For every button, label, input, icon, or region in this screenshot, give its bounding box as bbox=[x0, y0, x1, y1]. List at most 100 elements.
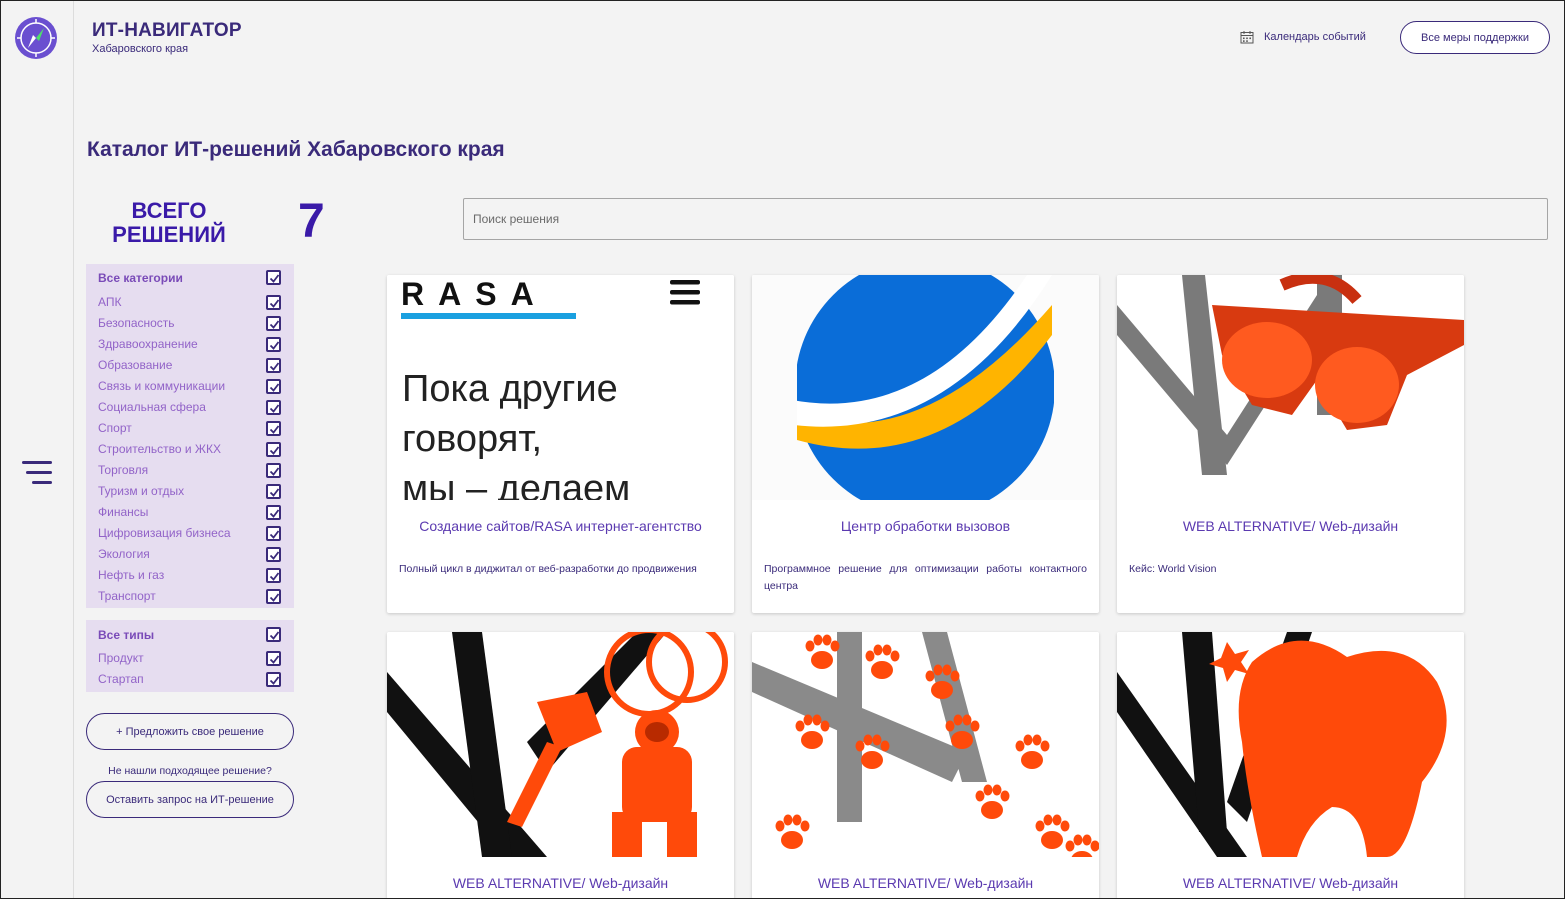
filter-item-label: Безопасность bbox=[98, 316, 175, 330]
filter-item-label: Связь и коммуникации bbox=[98, 379, 226, 393]
card-description: Кейс: World Vision bbox=[1129, 563, 1217, 575]
search-input[interactable] bbox=[463, 198, 1548, 240]
solution-card[interactable]: WEB ALTERNATIVE/ Web-дизайн Кейс: World … bbox=[1117, 275, 1464, 613]
filter-item[interactable]: Социальная сфера bbox=[86, 397, 294, 418]
filter-label: Все категории bbox=[98, 271, 183, 285]
filter-item-label: Стартап bbox=[98, 672, 144, 686]
calendar-icon bbox=[1240, 31, 1254, 44]
filter-item[interactable]: Цифровизация бизнеса bbox=[86, 523, 294, 544]
checkbox-checked-icon[interactable] bbox=[266, 568, 281, 583]
card-title[interactable]: Создание сайтов/RASA интернет-агентство bbox=[387, 518, 734, 534]
checkbox-checked-icon[interactable] bbox=[266, 505, 281, 520]
filter-item[interactable]: Здравоохранение bbox=[86, 334, 294, 355]
filter-item-label: Финансы bbox=[98, 505, 149, 519]
card-image-keys-astronaut bbox=[387, 632, 734, 857]
card-image-tooth bbox=[1117, 632, 1464, 857]
brand-title: ИТ-НАВИГАТОР bbox=[92, 20, 242, 41]
card-title[interactable]: WEB ALTERNATIVE/ Web-дизайн bbox=[1117, 875, 1464, 891]
total-label: ВСЕГО РЕШЕНИЙ bbox=[96, 199, 242, 247]
rasa-slogan-3: мы – делаем bbox=[402, 468, 630, 500]
checkbox-checked-icon[interactable] bbox=[266, 442, 281, 457]
checkbox-checked-icon[interactable] bbox=[266, 463, 281, 478]
paw-print-icon bbox=[1035, 814, 1070, 849]
filter-item-label: Социальная сфера bbox=[98, 400, 206, 414]
total-count: 7 bbox=[298, 195, 325, 248]
checkbox-checked-icon[interactable] bbox=[266, 379, 281, 394]
filter-item-label: Туризм и отдых bbox=[98, 484, 185, 498]
filter-item-label: Нефть и газ bbox=[98, 568, 165, 582]
filter-item-label: Продукт bbox=[98, 651, 144, 665]
filter-item[interactable]: АПК bbox=[86, 292, 294, 313]
compass-logo-icon[interactable] bbox=[14, 16, 58, 60]
filter-item[interactable]: Связь и коммуникации bbox=[86, 376, 294, 397]
filter-item[interactable]: Торговля bbox=[86, 460, 294, 481]
page-title: Каталог ИТ-решений Хабаровского края bbox=[87, 138, 505, 161]
card-image-paws bbox=[752, 632, 1099, 857]
calendar-link[interactable]: Календарь событий bbox=[1240, 30, 1366, 44]
filter-item[interactable]: Спорт bbox=[86, 418, 294, 439]
calendar-label: Календарь событий bbox=[1264, 31, 1366, 43]
card-image-glasses bbox=[1117, 275, 1464, 500]
solution-card[interactable]: WEB ALTERNATIVE/ Web-дизайн bbox=[1117, 632, 1464, 899]
all-support-button[interactable]: Все меры поддержки bbox=[1400, 21, 1550, 54]
filter-item[interactable]: Туризм и отдых bbox=[86, 481, 294, 502]
checkbox-checked-icon[interactable] bbox=[266, 672, 281, 687]
checkbox-checked-icon[interactable] bbox=[266, 295, 281, 310]
rasa-slogan-2: говорят, bbox=[402, 418, 542, 460]
total-label-line1: ВСЕГО bbox=[131, 198, 207, 223]
brand[interactable]: ИТ-НАВИГАТОР Хабаровского края bbox=[92, 20, 242, 55]
checkbox-checked-icon[interactable] bbox=[266, 270, 281, 285]
filter-item-label: Образование bbox=[98, 358, 173, 372]
category-filter: Все категории АПК Безопасность Здравоохран… bbox=[86, 264, 294, 608]
card-image-call-center bbox=[752, 275, 1099, 500]
filter-item[interactable]: Строительство и ЖКХ bbox=[86, 439, 294, 460]
paw-print-icon bbox=[975, 784, 1010, 819]
filter-label: Все типы bbox=[98, 628, 155, 642]
checkbox-checked-icon[interactable] bbox=[266, 484, 281, 499]
checkbox-checked-icon[interactable] bbox=[266, 337, 281, 352]
solution-card[interactable]: WEB ALTERNATIVE/ Web-дизайн bbox=[752, 632, 1099, 899]
checkbox-checked-icon[interactable] bbox=[266, 547, 281, 562]
card-image-rasa: RASA Пока другие говорят, мы – делаем bbox=[387, 275, 734, 500]
filter-item-label: Торговля bbox=[98, 463, 149, 477]
checkbox-checked-icon[interactable] bbox=[266, 421, 281, 436]
card-title[interactable]: WEB ALTERNATIVE/ Web-дизайн bbox=[1117, 518, 1464, 534]
checkbox-checked-icon[interactable] bbox=[266, 627, 281, 642]
request-solution-button[interactable]: Оставить запрос на ИТ-решение bbox=[86, 781, 294, 818]
filter-all-categories[interactable]: Все категории bbox=[86, 264, 294, 292]
filter-item[interactable]: Безопасность bbox=[86, 313, 294, 334]
filter-item[interactable]: Финансы bbox=[86, 502, 294, 523]
checkbox-checked-icon[interactable] bbox=[266, 589, 281, 604]
card-title[interactable]: WEB ALTERNATIVE/ Web-дизайн bbox=[387, 875, 734, 891]
checkbox-checked-icon[interactable] bbox=[266, 400, 281, 415]
checkbox-checked-icon[interactable] bbox=[266, 358, 281, 373]
filter-item-label: АПК bbox=[98, 295, 122, 309]
not-found-hint: Не нашли подходящее решение? bbox=[108, 765, 272, 777]
filter-item-label: Экология bbox=[98, 547, 150, 561]
checkbox-checked-icon[interactable] bbox=[266, 526, 281, 541]
paw-print-icon bbox=[865, 644, 900, 679]
checkbox-checked-icon[interactable] bbox=[266, 651, 281, 666]
filter-item[interactable]: Нефть и газ bbox=[86, 565, 294, 586]
solution-card[interactable]: Центр обработки вызовов Программное реше… bbox=[752, 275, 1099, 613]
filter-item-label: Строительство и ЖКХ bbox=[98, 442, 221, 456]
propose-solution-button[interactable]: + Предложить свое решение bbox=[86, 713, 294, 750]
filter-item[interactable]: Образование bbox=[86, 355, 294, 376]
checkbox-checked-icon[interactable] bbox=[266, 316, 281, 331]
filter-item-label: Здравоохранение bbox=[98, 337, 198, 351]
filter-item[interactable]: Транспорт bbox=[86, 586, 294, 607]
filter-item[interactable]: Продукт bbox=[86, 648, 294, 669]
filter-item[interactable]: Стартап bbox=[86, 669, 294, 690]
filter-item[interactable]: Экология bbox=[86, 544, 294, 565]
card-title[interactable]: WEB ALTERNATIVE/ Web-дизайн bbox=[752, 875, 1099, 891]
solution-card[interactable]: WEB ALTERNATIVE/ Web-дизайн bbox=[387, 632, 734, 899]
paw-print-icon bbox=[1065, 834, 1099, 857]
menu-icon[interactable] bbox=[22, 460, 52, 486]
filter-item-label: Транспорт bbox=[98, 589, 156, 603]
rasa-slogan-1: Пока другие bbox=[402, 368, 618, 410]
card-description: Программное решение для оптимизации рабо… bbox=[764, 563, 1087, 592]
filter-all-types[interactable]: Все типы bbox=[86, 620, 294, 648]
rasa-logo: RASA bbox=[401, 276, 548, 312]
solution-card[interactable]: RASA Пока другие говорят, мы – делаем Со… bbox=[387, 275, 734, 613]
card-title[interactable]: Центр обработки вызовов bbox=[752, 518, 1099, 534]
